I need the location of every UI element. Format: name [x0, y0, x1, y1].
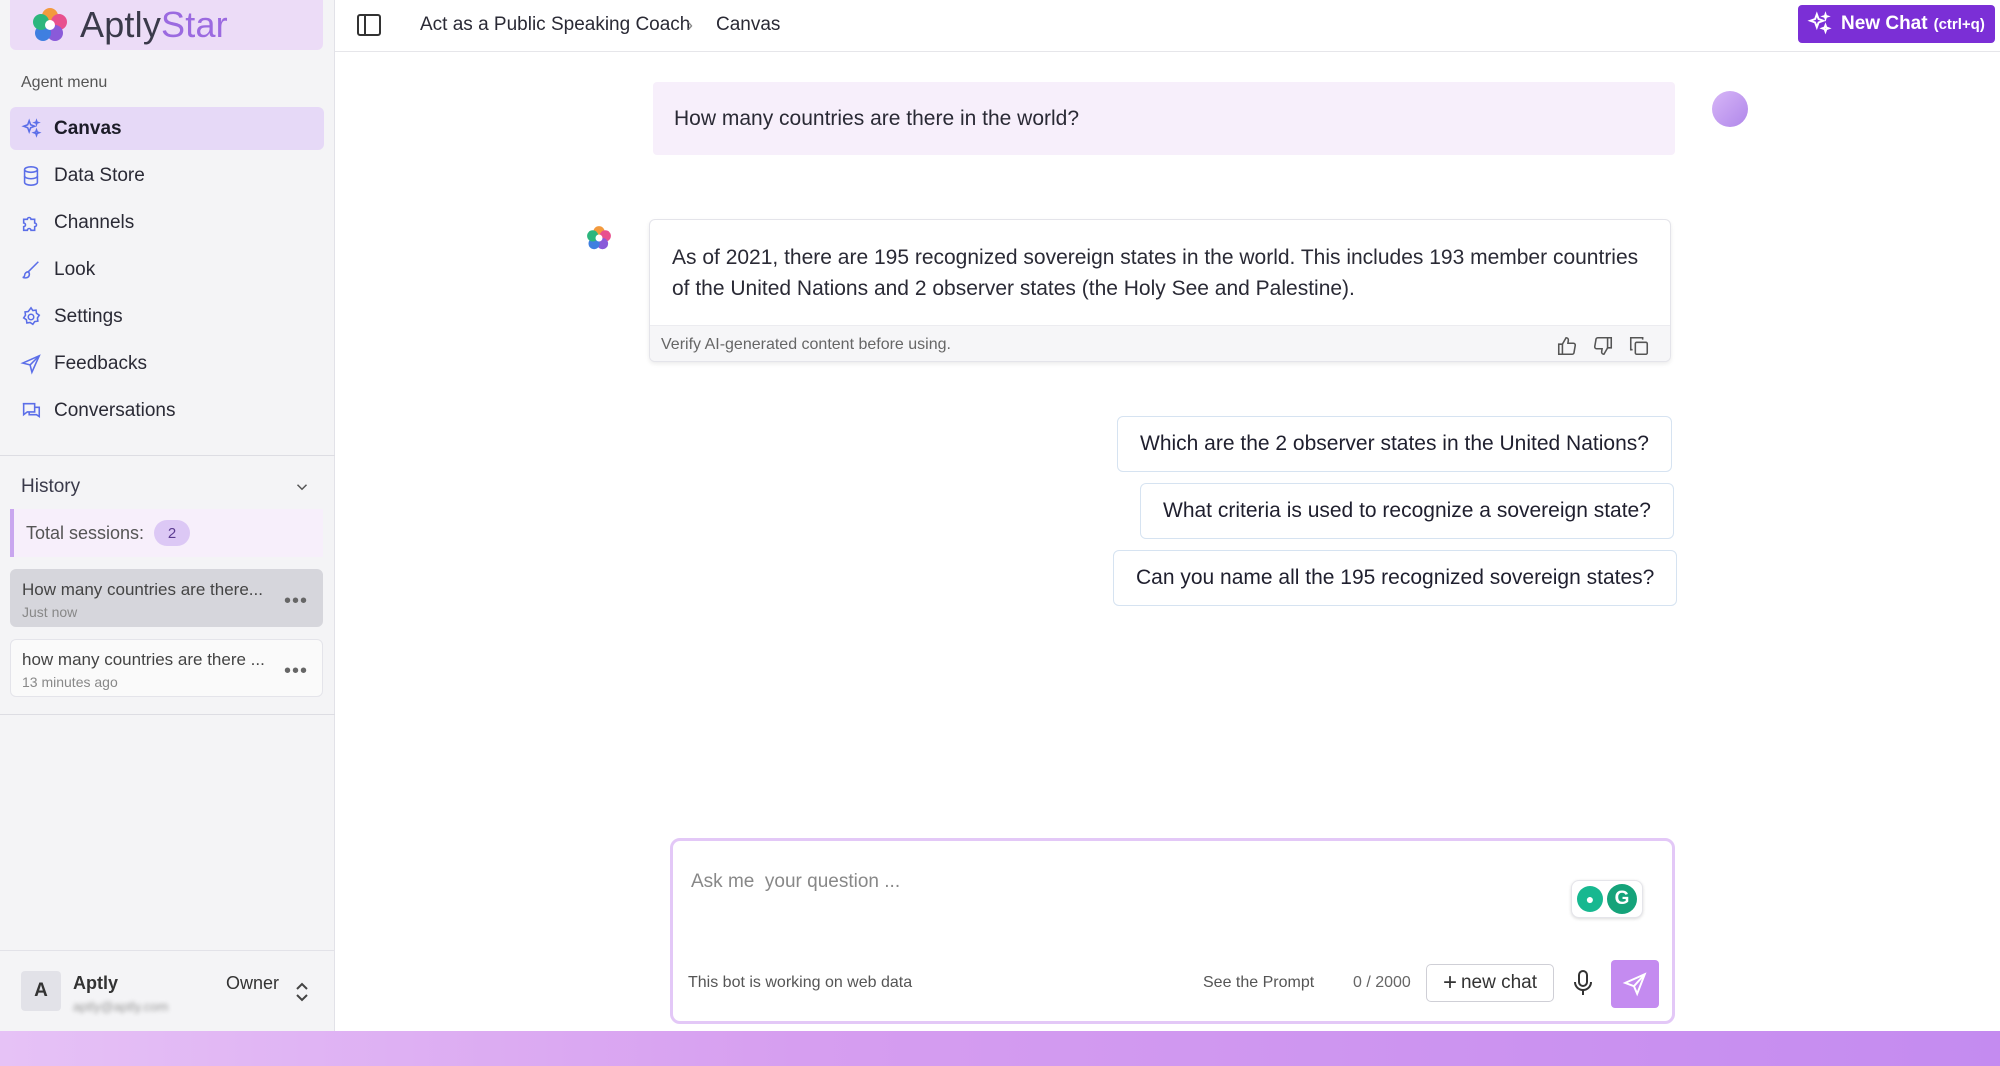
brand-logo[interactable]: AptlyStar	[10, 0, 323, 50]
new-chat-inline-button[interactable]: + new chat	[1426, 964, 1554, 1002]
thumbs-up-icon[interactable]	[1556, 335, 1578, 357]
bot-message: As of 2021, there are 195 recognized sov…	[649, 219, 1671, 362]
history-item-title: how many countries are there ...	[22, 650, 265, 669]
message-actions	[1556, 335, 1650, 357]
history-label: History	[21, 476, 81, 497]
send-button[interactable]	[1611, 960, 1659, 1008]
microphone-icon[interactable]	[1571, 969, 1595, 997]
user-message: How many countries are there in the worl…	[653, 82, 1675, 155]
chat-icon	[22, 402, 41, 418]
agent-menu-label: Agent menu	[21, 74, 108, 91]
sidebar: AptlyStar Agent menu Canvas Data Store C…	[0, 0, 335, 1031]
user-email: aptly@aptly.com	[73, 999, 169, 1014]
brush-icon	[22, 260, 39, 279]
top-bar: Act as a Public Speaking Coach › Canvas …	[335, 0, 2000, 52]
character-counter: 0 / 2000	[1353, 974, 1411, 991]
gear-icon	[22, 305, 41, 325]
more-options-icon[interactable]: •••	[284, 660, 308, 683]
user-role: Owner	[226, 973, 280, 993]
thumbs-down-icon[interactable]	[1592, 335, 1614, 357]
new-chat-shortcut: (ctrl+q)	[1933, 15, 1985, 33]
sidebar-item-label: Conversations	[54, 399, 176, 421]
history-item-title: How many countries are there...	[22, 580, 263, 599]
sidebar-toggle-icon[interactable]	[356, 12, 382, 38]
sidebar-item-look[interactable]: Look	[10, 248, 324, 291]
copy-icon[interactable]	[1628, 335, 1650, 357]
sparkle-icon	[1807, 11, 1832, 35]
suggested-question[interactable]: What criteria is used to recognize a sov…	[1140, 483, 1674, 539]
sessions-count-badge: 2	[154, 520, 191, 546]
sidebar-item-channels[interactable]: Channels	[10, 201, 324, 244]
sidebar-divider	[0, 714, 335, 715]
breadcrumb-agent[interactable]: Act as a Public Speaking Coach	[420, 14, 690, 36]
history-item-time: Just now	[22, 604, 78, 620]
chevron-down-icon[interactable]	[293, 478, 311, 496]
chat-composer: ● G This bot is working on web data See …	[670, 838, 1675, 1024]
sidebar-item-label: Look	[54, 258, 96, 280]
sidebar-item-label: Data Store	[54, 164, 145, 186]
sidebar-item-canvas[interactable]: Canvas	[10, 107, 324, 150]
sidebar-item-feedbacks[interactable]: Feedbacks	[10, 342, 324, 385]
bulb-extension-icon[interactable]: ●	[1577, 886, 1603, 912]
puzzle-icon	[22, 216, 38, 231]
grammarly-icon[interactable]: G	[1607, 884, 1637, 914]
send-icon	[1622, 972, 1647, 997]
new-chat-inline-label: new chat	[1460, 972, 1538, 993]
history-item[interactable]: how many countries are there ... 13 minu…	[10, 639, 323, 697]
sidebar-item-data-store[interactable]: Data Store	[10, 154, 324, 197]
sidebar-item-label: Channels	[54, 211, 135, 233]
sparkle-icon	[21, 117, 42, 138]
bot-avatar-icon	[587, 226, 611, 250]
more-options-icon[interactable]: •••	[284, 590, 308, 613]
sidebar-item-label: Settings	[54, 305, 123, 327]
chevron-right-icon: ›	[687, 15, 693, 35]
history-item-time: 13 minutes ago	[22, 674, 118, 690]
aptlystar-logo-icon	[33, 8, 67, 41]
database-icon	[23, 165, 39, 186]
agent-menu: Canvas Data Store Channels Look Settings…	[10, 107, 324, 436]
history-item[interactable]: How many countries are there... Just now…	[10, 569, 323, 627]
total-sessions: Total sessions: 2	[10, 509, 323, 557]
question-input[interactable]	[691, 871, 1511, 893]
sidebar-item-label: Feedbacks	[54, 352, 147, 374]
history-header[interactable]: History	[21, 476, 311, 498]
verify-disclaimer: Verify AI-generated content before using…	[661, 335, 951, 353]
chevron-updown-icon[interactable]	[294, 981, 310, 1003]
suggested-question[interactable]: Which are the 2 observer states in the U…	[1117, 416, 1672, 472]
bot-message-footer: Verify AI-generated content before using…	[650, 325, 1670, 361]
suggested-question[interactable]: Can you name all the 195 recognized sove…	[1113, 550, 1678, 606]
total-sessions-label: Total sessions:	[26, 522, 145, 543]
see-prompt-link[interactable]: See the Prompt	[1203, 974, 1314, 992]
extension-icons[interactable]: ● G	[1571, 880, 1643, 918]
sidebar-divider	[0, 455, 335, 456]
user-name: Aptly	[73, 973, 118, 993]
sidebar-item-label: Canvas	[54, 117, 122, 139]
send-icon	[20, 353, 41, 375]
bottom-gradient-bar	[0, 1031, 2000, 1066]
user-avatar	[1712, 91, 1748, 127]
sidebar-item-conversations[interactable]: Conversations	[10, 389, 324, 432]
sidebar-item-settings[interactable]: Settings	[10, 295, 324, 338]
avatar: A	[21, 971, 61, 1011]
web-data-note: This bot is working on web data	[688, 974, 913, 991]
user-profile[interactable]: A Aptly aptly@aptly.com Owner	[0, 950, 335, 1031]
new-chat-button[interactable]: New Chat (ctrl+q)	[1798, 5, 1995, 43]
new-chat-label: New Chat	[1841, 13, 1928, 34]
brand-name: AptlyStar	[80, 4, 228, 45]
plus-icon: +	[1442, 969, 1457, 996]
bot-message-text: As of 2021, there are 195 recognized sov…	[672, 246, 1639, 300]
breadcrumb-current: Canvas	[716, 14, 781, 35]
